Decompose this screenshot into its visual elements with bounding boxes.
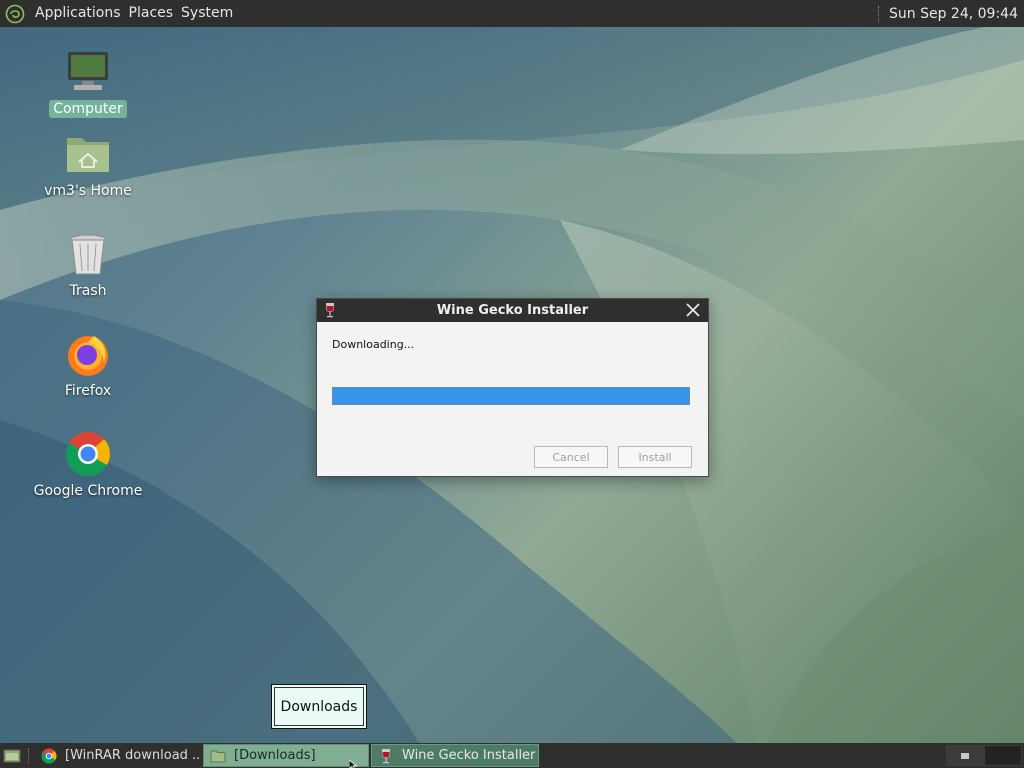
desktop-icon-label: Google Chrome (33, 483, 143, 499)
menu-applications[interactable]: Applications (31, 0, 125, 27)
download-progress-bar (332, 387, 690, 405)
status-text: Downloading... (332, 338, 415, 351)
mate-menu-logo-icon[interactable] (5, 4, 25, 24)
progress-fill (333, 388, 689, 404)
top-panel: Applications Places System Sun Sep 24, 0… (0, 0, 1024, 27)
trash-icon (64, 230, 112, 278)
mouse-cursor-icon (349, 760, 358, 768)
close-button[interactable] (684, 301, 702, 319)
taskbar-item-label: [WinRAR download ... (65, 748, 201, 763)
install-button[interactable]: Install (618, 446, 692, 468)
workspace-1[interactable] (946, 745, 984, 766)
desktop-icon-label: Firefox (64, 383, 112, 399)
cancel-button[interactable]: Cancel (534, 446, 608, 468)
chrome-icon (64, 430, 112, 478)
panel-separator (28, 747, 31, 764)
panel-separator (878, 5, 881, 22)
bottom-panel: [WinRAR download ... [Downloads] Wine Ge… (0, 743, 1024, 768)
taskbar-item-wine-gecko-installer[interactable]: Wine Gecko Installer (371, 744, 539, 767)
wine-gecko-installer-dialog[interactable]: Wine Gecko Installer Downloading... Canc… (316, 298, 709, 477)
desktop-icon-computer[interactable]: Computer (33, 48, 143, 118)
desktop-icon-firefox[interactable]: Firefox (33, 330, 143, 400)
chrome-icon (41, 748, 57, 764)
desktop-icon-trash[interactable]: Trash (33, 230, 143, 300)
taskbar-item-label: [Downloads] (234, 748, 316, 763)
wine-icon (323, 302, 337, 318)
workspace-switcher (946, 745, 1022, 766)
firefox-icon (64, 330, 112, 378)
show-desktop-button[interactable] (2, 746, 22, 766)
show-desktop-icon (3, 749, 21, 762)
desktop-icon-home[interactable]: vm3's Home (33, 130, 143, 200)
desktop-icon-label: Computer (49, 100, 127, 118)
taskbar-item-downloads[interactable]: [Downloads] (203, 744, 369, 767)
menu-places[interactable]: Places (125, 0, 178, 27)
menu-system[interactable]: System (177, 0, 237, 27)
workspace-window-preview (961, 752, 969, 759)
desktop-icon-label: vm3's Home (44, 183, 132, 199)
downloads-tooltip: Downloads (271, 684, 367, 729)
home-folder-icon (64, 130, 112, 178)
taskbar-item-winrar-download[interactable]: [WinRAR download ... (35, 744, 201, 767)
dialog-titlebar[interactable]: Wine Gecko Installer (317, 299, 708, 322)
taskbar-item-label: Wine Gecko Installer (402, 748, 536, 763)
desktop[interactable]: Computer vm3's Home Trash Firefox Google… (0, 0, 1024, 768)
clock[interactable]: Sun Sep 24, 09:44 (889, 6, 1018, 22)
dialog-title: Wine Gecko Installer (436, 303, 589, 318)
folder-icon (210, 750, 226, 762)
desktop-icon-label: Trash (69, 283, 107, 299)
desktop-icon-google-chrome[interactable]: Google Chrome (33, 430, 143, 500)
workspace-2[interactable] (984, 745, 1022, 766)
computer-icon (64, 48, 112, 96)
close-icon (686, 303, 700, 317)
wine-icon (382, 748, 390, 763)
